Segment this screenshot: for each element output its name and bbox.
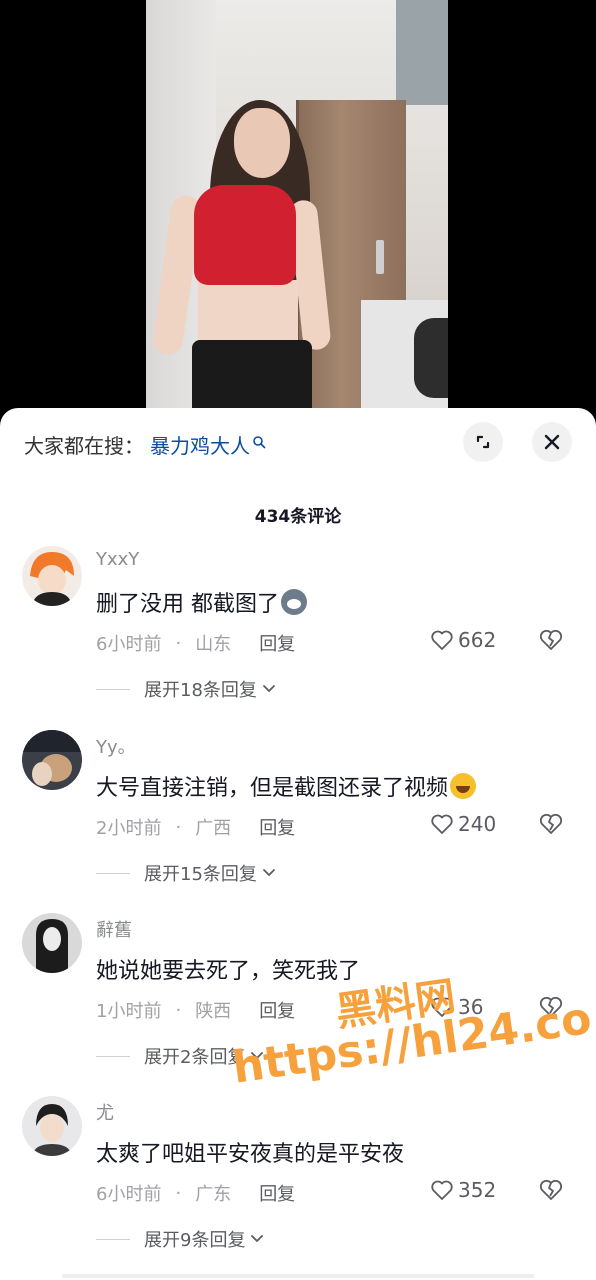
- video-person-top: [194, 185, 296, 285]
- comment-location: 山东: [195, 634, 232, 655]
- expand-icon: [476, 435, 490, 449]
- video-frame: [146, 0, 448, 410]
- video-cabinet: [396, 0, 448, 105]
- like-button[interactable]: 662: [430, 628, 496, 652]
- comment-username[interactable]: YxxY: [96, 549, 139, 570]
- reply-button[interactable]: 回复: [259, 1180, 295, 1206]
- close-icon: [544, 434, 560, 450]
- comment-meta: 6小时前 · 山东 回复: [96, 630, 295, 656]
- like-count: 662: [458, 628, 497, 652]
- comment-text-content: 她说她要去死了，笑死我了: [96, 959, 361, 984]
- like-count: 240: [458, 812, 497, 836]
- comment-meta: 2小时前 · 广西 回复: [96, 814, 295, 840]
- meta-separator: ·: [175, 816, 182, 838]
- heart-icon: [431, 814, 453, 834]
- comment-count: 434条评论: [254, 507, 342, 527]
- comment-time: 6小时前: [96, 634, 162, 655]
- video-door-handle: [376, 240, 384, 274]
- heart-icon: [431, 630, 453, 650]
- video-person-shorts: [192, 340, 312, 410]
- comment-item: Yy。 大号直接注销，但是截图还录了视频 2小时前 · 广西 回复 240 展开…: [0, 730, 596, 910]
- comment-item: 尤 太爽了吧姐平安夜真的是平安夜 6小时前 · 广东 回复 352 展开9条回复: [0, 1096, 596, 1276]
- heart-icon: [431, 1180, 453, 1200]
- bottom-edge: [62, 1274, 534, 1278]
- chevron-down-icon: [263, 869, 275, 876]
- comment-panel: 大家都在搜： 暴力鸡大人 434条评论 YxxY 删了没用 都截图了 6小时前 …: [0, 408, 596, 1280]
- comment-meta: 6小时前 · 广东 回复: [96, 1180, 295, 1206]
- like-button[interactable]: 240: [430, 812, 496, 836]
- comment-text: 大号直接注销，但是截图还录了视频: [96, 770, 477, 802]
- avatar[interactable]: [22, 913, 82, 973]
- search-icon: [252, 430, 266, 449]
- trending-search-prefix: 大家都在搜：: [24, 433, 144, 458]
- laugh-cry-emoji-icon: [450, 773, 477, 799]
- meta-separator: ·: [175, 1182, 182, 1204]
- comment-username[interactable]: 辭舊: [96, 916, 132, 942]
- expand-divider: [96, 1055, 130, 1057]
- trending-search-bar: 大家都在搜： 暴力鸡大人: [24, 430, 266, 458]
- expand-replies-label: 展开9条回复: [144, 1230, 246, 1251]
- expand-button[interactable]: [463, 422, 503, 462]
- like-button[interactable]: 352: [430, 1178, 496, 1202]
- comment-location: 广东: [195, 1184, 232, 1205]
- broken-heart-icon: [539, 996, 563, 1017]
- comment-text: 她说她要去死了，笑死我了: [96, 953, 360, 985]
- comment-text-content: 太爽了吧姐平安夜真的是平安夜: [96, 1142, 405, 1167]
- reply-button[interactable]: 回复: [259, 997, 295, 1023]
- comment-time: 1小时前: [96, 1001, 162, 1022]
- like-count: 36: [458, 995, 484, 1019]
- broken-heart-icon: [539, 813, 563, 834]
- comment-time: 6小时前: [96, 1184, 162, 1205]
- expand-divider: [96, 688, 130, 690]
- dislike-button[interactable]: [538, 995, 564, 1023]
- reply-button[interactable]: 回复: [259, 630, 295, 656]
- avatar[interactable]: [22, 1096, 82, 1156]
- expand-replies-label: 展开2条回复: [144, 1047, 246, 1068]
- comment-item: YxxY 删了没用 都截图了 6小时前 · 山东 回复 662 展开18条回复: [0, 546, 596, 726]
- expand-divider: [96, 1238, 130, 1240]
- comment-item: 辭舊 她说她要去死了，笑死我了 1小时前 · 陕西 回复 36 展开2条回复: [0, 913, 596, 1093]
- video-player[interactable]: [0, 0, 596, 410]
- close-button[interactable]: [532, 422, 572, 462]
- chevron-down-icon: [251, 1235, 264, 1242]
- husky-emoji-icon: [281, 589, 307, 615]
- like-count: 352: [458, 1178, 497, 1202]
- dislike-button[interactable]: [538, 1178, 564, 1206]
- meta-separator: ·: [175, 999, 182, 1021]
- comment-location: 陕西: [195, 1001, 232, 1022]
- comment-username[interactable]: Yy。: [96, 733, 136, 759]
- comment-text-content: 大号直接注销，但是截图还录了视频: [96, 776, 449, 801]
- expand-replies-label: 展开15条回复: [144, 864, 257, 885]
- broken-heart-icon: [539, 629, 563, 650]
- expand-replies-button[interactable]: 展开9条回复: [96, 1226, 265, 1252]
- comment-meta: 1小时前 · 陕西 回复: [96, 997, 295, 1023]
- comment-time: 2小时前: [96, 818, 162, 839]
- avatar[interactable]: [22, 546, 82, 606]
- like-button[interactable]: 36: [430, 995, 483, 1019]
- dislike-button[interactable]: [538, 628, 564, 656]
- comment-text-content: 删了没用 都截图了: [96, 592, 279, 617]
- chevron-down-icon: [263, 685, 275, 692]
- broken-heart-icon: [539, 1179, 563, 1200]
- video-appliance: [414, 318, 448, 398]
- expand-divider: [96, 872, 130, 874]
- expand-replies-label: 展开18条回复: [144, 680, 257, 701]
- avatar[interactable]: [22, 730, 82, 790]
- video-person-head: [234, 108, 290, 178]
- expand-replies-button[interactable]: 展开18条回复: [96, 676, 277, 702]
- comment-text: 删了没用 都截图了: [96, 586, 307, 618]
- expand-replies-button[interactable]: 展开2条回复: [96, 1043, 265, 1069]
- expand-replies-button[interactable]: 展开15条回复: [96, 860, 277, 886]
- heart-icon: [431, 997, 453, 1017]
- reply-button[interactable]: 回复: [259, 814, 295, 840]
- meta-separator: ·: [175, 632, 182, 654]
- comment-text: 太爽了吧姐平安夜真的是平安夜: [96, 1136, 404, 1168]
- comment-location: 广西: [195, 818, 232, 839]
- chevron-down-icon: [251, 1052, 264, 1059]
- trending-search-link[interactable]: 暴力鸡大人: [150, 430, 250, 459]
- comment-username[interactable]: 尤: [96, 1099, 114, 1125]
- dislike-button[interactable]: [538, 812, 564, 840]
